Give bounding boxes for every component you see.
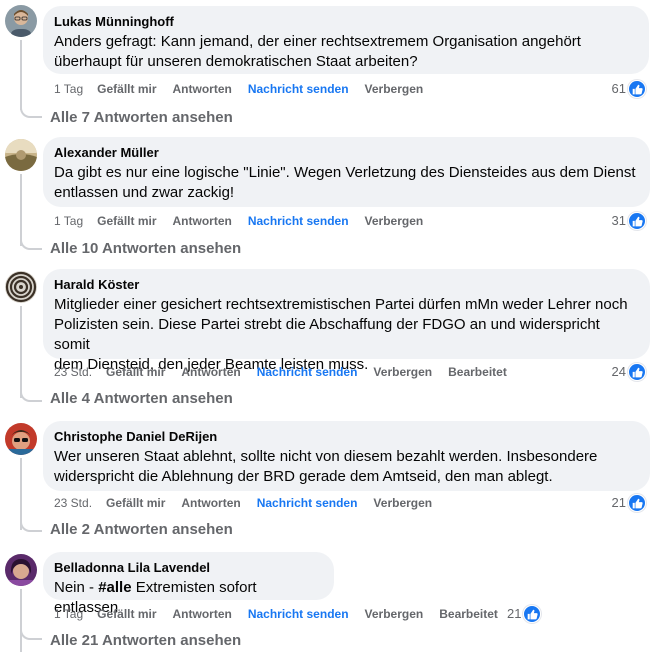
avatar[interactable]: [5, 423, 37, 455]
comment-timestamp[interactable]: 1 Tag: [54, 605, 83, 623]
send-message-button[interactable]: Nachricht senden: [257, 363, 358, 381]
like-button[interactable]: Gefällt mir: [97, 80, 156, 98]
comment-text-line: überhaupt für unseren demokratischen Sta…: [54, 53, 418, 70]
thread-connector: [20, 240, 42, 250]
hide-button[interactable]: Verbergen: [373, 363, 432, 381]
comment-bubble: Christophe Daniel DeRijen Wer unseren St…: [43, 421, 650, 491]
hide-button[interactable]: Verbergen: [373, 494, 432, 512]
edited-label: Bearbeitet: [448, 365, 507, 379]
comment-author[interactable]: Alexander Müller: [54, 145, 638, 161]
reaction-summary[interactable]: 61: [612, 80, 646, 98]
reply-button[interactable]: Antworten: [181, 494, 240, 512]
comment-actions: 1 Tag Gefällt mir Antworten Nachricht se…: [54, 80, 439, 98]
hashtag-link[interactable]: #alle: [98, 579, 131, 596]
thread-connector: [20, 630, 42, 640]
comment-author[interactable]: Christophe Daniel DeRijen: [54, 429, 638, 445]
like-button[interactable]: Gefällt mir: [97, 212, 156, 230]
thumbs-up-icon: [628, 363, 646, 381]
reaction-count: 21: [611, 495, 626, 510]
like-button[interactable]: Gefällt mir: [97, 605, 156, 623]
comment-bubble: Alexander Müller Da gibt es nur eine log…: [43, 137, 650, 207]
avatar[interactable]: [5, 5, 37, 37]
comment-bubble: Belladonna Lila Lavendel Nein - #alle Ex…: [43, 552, 334, 616]
comment-text-line: entlassen und zwar zackig!: [54, 184, 235, 201]
view-replies-link[interactable]: Alle 7 Antworten ansehen: [50, 108, 233, 128]
comment-text-line: Polizisten sein. Diese Partei strebt die…: [54, 316, 605, 353]
comment-actions: 1 Tag Gefällt mir Antworten Nachricht se…: [54, 605, 514, 623]
like-button[interactable]: Gefällt mir: [106, 494, 165, 512]
reaction-summary[interactable]: 21: [612, 494, 646, 512]
reaction-count: 61: [611, 81, 626, 96]
comment-actions: 23 Std. Gefällt mir Antworten Nachricht …: [54, 494, 448, 512]
view-replies-link[interactable]: Alle 4 Antworten ansehen: [50, 389, 233, 409]
comment-timestamp[interactable]: 1 Tag: [54, 80, 83, 98]
comment-text-prefix: Nein -: [54, 579, 99, 596]
reaction-summary[interactable]: 24: [612, 363, 646, 381]
reaction-summary[interactable]: 31: [612, 212, 646, 230]
send-message-button[interactable]: Nachricht senden: [257, 494, 358, 512]
thumbs-up-icon: [523, 605, 542, 623]
comment-actions: 1 Tag Gefällt mir Antworten Nachricht se…: [54, 212, 439, 230]
reaction-count: 21: [507, 606, 522, 621]
thread-line: [20, 306, 22, 398]
comment-text-line: widerspricht die Ablehnung der BRD gerad…: [54, 468, 553, 485]
thumbs-up-icon: [628, 80, 646, 98]
hide-button[interactable]: Verbergen: [365, 605, 424, 623]
view-replies-link[interactable]: Alle 2 Antworten ansehen: [50, 520, 233, 540]
reply-button[interactable]: Antworten: [173, 605, 232, 623]
thread-connector: [20, 522, 42, 532]
avatar[interactable]: [5, 139, 37, 171]
comment-text-line: Mitglieder einer gesichert rechtsextremi…: [54, 296, 628, 313]
thread-line: [20, 458, 22, 530]
reply-button[interactable]: Antworten: [173, 80, 232, 98]
comment-author[interactable]: Harald Köster: [54, 277, 638, 293]
like-button[interactable]: Gefällt mir: [106, 363, 165, 381]
comment-author[interactable]: Belladonna Lila Lavendel: [54, 560, 322, 576]
thread-connector: [20, 108, 42, 118]
comment-thread: Lukas Münninghoff Anders gefragt: Kann j…: [0, 0, 668, 652]
thread-connector: [20, 392, 42, 402]
comment-timestamp[interactable]: 23 Std.: [54, 494, 92, 512]
edited-label: Bearbeitet: [439, 607, 498, 621]
thread-line: [20, 174, 22, 246]
avatar[interactable]: [5, 271, 37, 303]
reaction-summary[interactable]: 21: [507, 605, 542, 623]
send-message-button[interactable]: Nachricht senden: [248, 605, 349, 623]
hide-button[interactable]: Verbergen: [365, 212, 424, 230]
thumbs-up-icon: [628, 494, 646, 512]
comment-timestamp[interactable]: 23 Std.: [54, 363, 92, 381]
comment-bubble: Lukas Münninghoff Anders gefragt: Kann j…: [43, 6, 649, 74]
comment-text-line: Wer unseren Staat ablehnt, sollte nicht …: [54, 448, 598, 465]
reply-button[interactable]: Antworten: [173, 212, 232, 230]
thread-line: [20, 40, 22, 110]
comment-text-line: Da gibt es nur eine logische "Linie". We…: [54, 164, 636, 181]
comment-actions: 23 Std. Gefällt mir Antworten Nachricht …: [54, 363, 523, 381]
send-message-button[interactable]: Nachricht senden: [248, 212, 349, 230]
send-message-button[interactable]: Nachricht senden: [248, 80, 349, 98]
thread-line: [20, 589, 22, 652]
view-replies-link[interactable]: Alle 21 Antworten ansehen: [50, 631, 241, 651]
hide-button[interactable]: Verbergen: [365, 80, 424, 98]
comment-bubble: Harald Köster Mitglieder einer gesichert…: [43, 269, 650, 373]
view-replies-link[interactable]: Alle 10 Antworten ansehen: [50, 239, 241, 259]
avatar[interactable]: [5, 554, 37, 586]
comment-author[interactable]: Lukas Münninghoff: [54, 14, 637, 30]
thumbs-up-icon: [628, 212, 646, 230]
reaction-count: 24: [611, 364, 626, 379]
reply-button[interactable]: Antworten: [181, 363, 240, 381]
comment-timestamp[interactable]: 1 Tag: [54, 212, 83, 230]
reaction-count: 31: [611, 213, 626, 228]
comment-text-line: Anders gefragt: Kann jemand, der einer r…: [54, 33, 581, 50]
